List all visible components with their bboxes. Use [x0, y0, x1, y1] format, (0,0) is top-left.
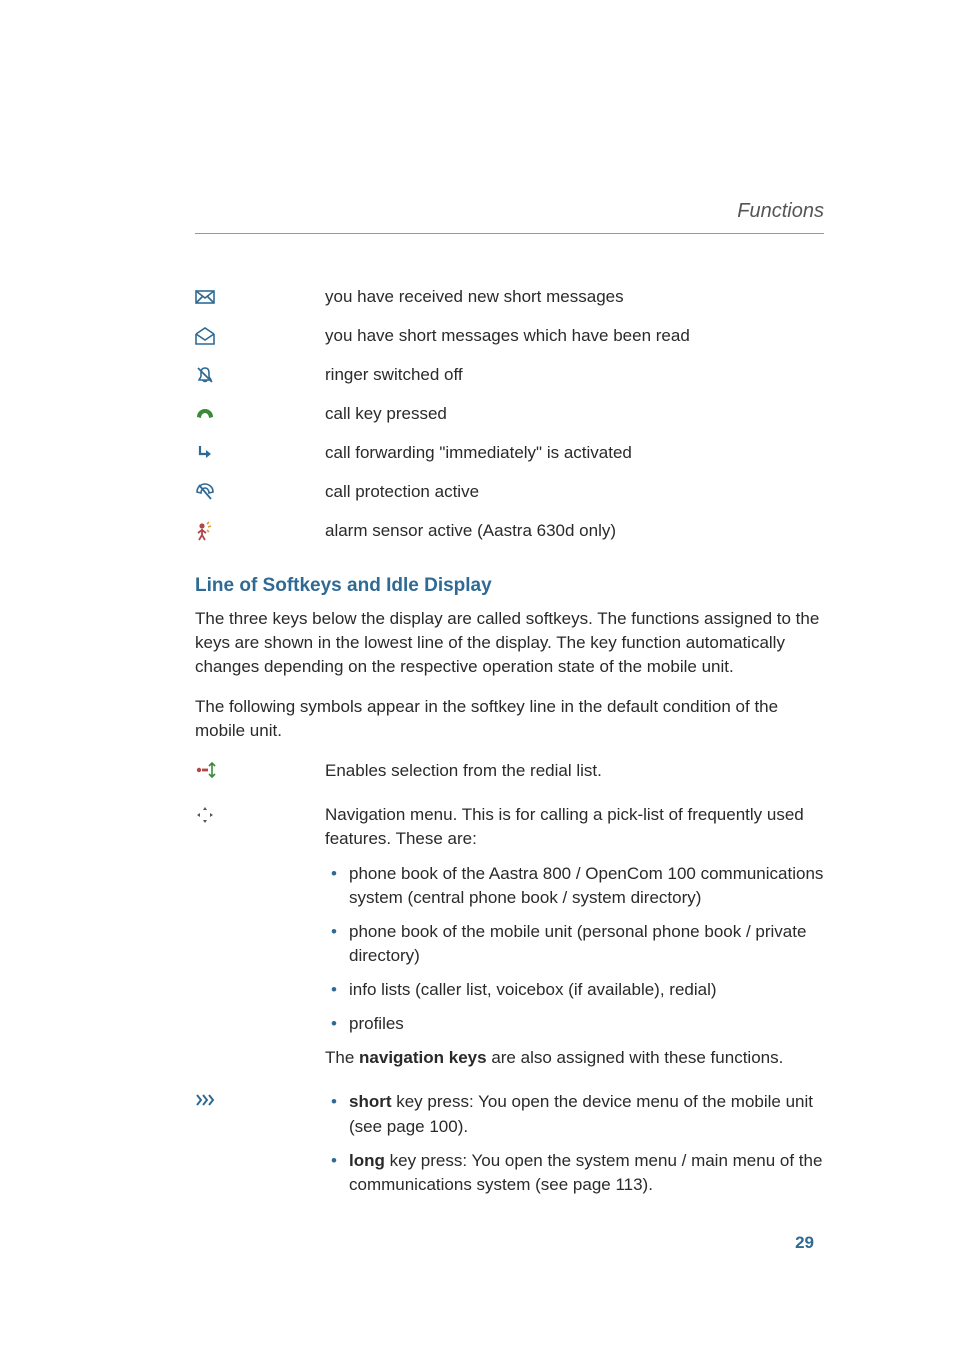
paragraph: The three keys below the display are cal…: [195, 607, 824, 679]
list-item: long key press: You open the system menu…: [325, 1149, 824, 1197]
list-item: phone book of the mobile unit (personal …: [325, 920, 824, 968]
icon-row: you have short messages which have been …: [195, 325, 824, 348]
redial-list-icon: [195, 759, 325, 784]
softkey-note: The navigation keys are also assigned wi…: [325, 1046, 824, 1070]
icon-description: ringer switched off: [325, 364, 824, 387]
softkey-description: Enables selection from the redial list.: [325, 759, 824, 783]
header-title: Functions: [195, 200, 824, 223]
page-number: 29: [795, 1233, 814, 1253]
envelope-open-icon: [195, 327, 325, 345]
icon-description: you have short messages which have been …: [325, 325, 824, 348]
icon-description: call protection active: [325, 481, 824, 504]
list-item: phone book of the Aastra 800 / OpenCom 1…: [325, 862, 824, 910]
paragraph: The following symbols appear in the soft…: [195, 695, 824, 743]
icon-description: call key pressed: [325, 403, 824, 426]
softkey-table: Enables selection from the redial list. …: [195, 759, 824, 1207]
section-heading: Line of Softkeys and Idle Display: [195, 575, 824, 597]
call-forwarding-icon: [195, 444, 325, 462]
icon-description-table: you have received new short messages you…: [195, 286, 824, 543]
list-item: profiles: [325, 1012, 824, 1036]
page-header: Functions: [195, 200, 824, 234]
icon-description: call forwarding "immediately" is activat…: [325, 442, 824, 465]
icon-row: call forwarding "immediately" is activat…: [195, 442, 824, 465]
softkey-description: Navigation menu. This is for calling a p…: [325, 803, 824, 851]
icon-row: ringer switched off: [195, 364, 824, 387]
call-protection-icon: [195, 482, 325, 502]
icon-description: alarm sensor active (Aastra 630d only): [325, 520, 824, 543]
icon-row: call protection active: [195, 481, 824, 504]
call-key-icon: [195, 407, 325, 421]
icon-row: alarm sensor active (Aastra 630d only): [195, 520, 824, 543]
alarm-sensor-icon: [195, 521, 325, 541]
icon-description: you have received new short messages: [325, 286, 824, 309]
list-item: info lists (caller list, voicebox (if av…: [325, 978, 824, 1002]
envelope-new-icon: [195, 290, 325, 304]
icon-row: you have received new short messages: [195, 286, 824, 309]
menu-chevrons-icon: [195, 1090, 325, 1112]
bullet-list: phone book of the Aastra 800 / OpenCom 1…: [325, 862, 824, 1037]
softkey-row: short key press: You open the device men…: [195, 1090, 824, 1207]
softkey-row: Enables selection from the redial list.: [195, 759, 824, 793]
list-item: short key press: You open the device men…: [325, 1090, 824, 1138]
icon-row: call key pressed: [195, 403, 824, 426]
softkey-row: Navigation menu. This is for calling a p…: [195, 803, 824, 1080]
navigation-menu-icon: [195, 803, 325, 830]
ringer-off-icon: [195, 365, 325, 385]
bullet-list: short key press: You open the device men…: [325, 1090, 824, 1197]
